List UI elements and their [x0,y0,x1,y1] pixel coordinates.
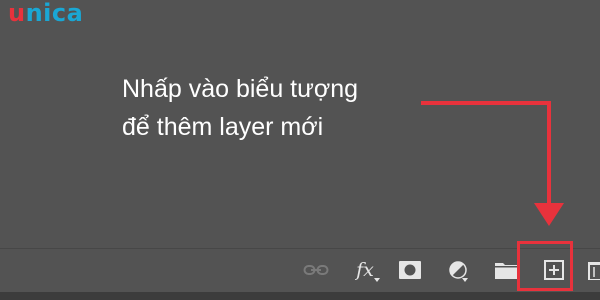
layer-style-button[interactable]: fx [350,258,380,282]
new-group-button[interactable] [493,258,519,282]
adjustment-icon [448,260,468,280]
logo-letter-u: u [8,0,26,27]
annotation-text: Nhấp vào biểu tượng để thêm layer mới [122,70,358,146]
link-icon [303,263,329,277]
mask-icon [399,261,421,279]
adjustment-dropdown-caret-icon [462,278,468,282]
annotation-line-1: Nhấp vào biểu tượng [122,75,359,103]
fx-dropdown-caret-icon [374,278,380,282]
logo-text: nica [25,0,84,27]
new-layer-highlight-box [517,241,573,291]
panel-bottom-edge [0,292,600,300]
adjustment-layer-button[interactable] [446,258,470,282]
unica-logo: unica [8,0,83,28]
annotation-line-2: để thêm layer mới [122,113,324,141]
fx-icon: fx [356,259,374,281]
trash-icon [588,260,600,280]
delete-layer-button[interactable] [588,258,600,282]
folder-icon [495,261,517,279]
add-mask-button[interactable] [397,258,423,282]
link-layers-button[interactable] [302,258,330,282]
